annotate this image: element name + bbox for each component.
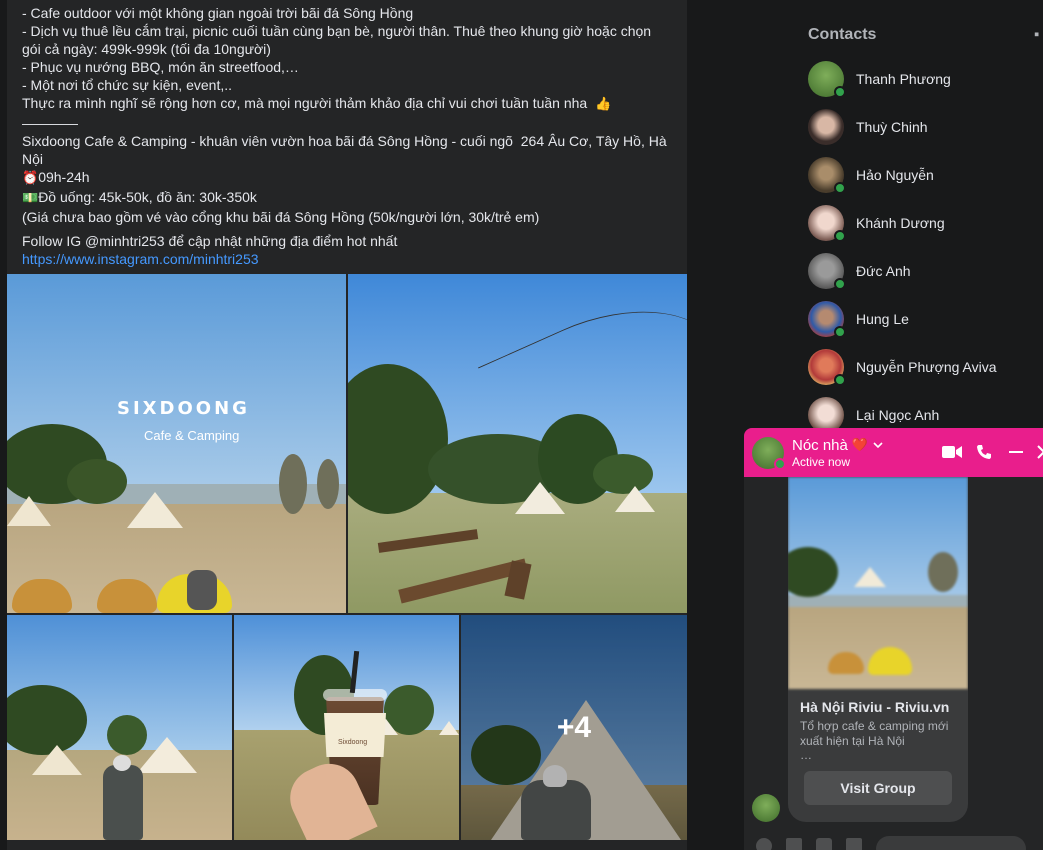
shared-link-card[interactable]: Hà Nội Riviu - Riviu.vn Tổ hợp cafe & ca… xyxy=(788,477,968,822)
online-status-dot xyxy=(834,278,846,290)
post-price-text: Đồ uống: 45k-50k, đồ ăn: 30k-350k xyxy=(38,189,257,205)
post-venue: Sixdoong Cafe & Camping - khuân viên vườ… xyxy=(22,133,671,167)
contact-name: Khánh Dương xyxy=(856,215,945,231)
more-photos-count[interactable]: +4 xyxy=(461,615,687,840)
cup-label: Sixdoong xyxy=(338,739,368,746)
post-photo-3[interactable] xyxy=(7,615,232,840)
avatar xyxy=(808,61,846,98)
post-price: 💵Đồ uống: 45k-50k, đồ ăn: 30k-350k xyxy=(22,188,672,208)
minimize-icon[interactable] xyxy=(1004,440,1028,464)
chat-title-text: Nóc nhà xyxy=(792,436,848,454)
post-photo-5[interactable]: +4 xyxy=(461,615,687,840)
post-hours-text: 09h-24h xyxy=(38,169,90,185)
post-line: Thực ra mình nghĩ sẽ rộng hơn cơ, mà mọi… xyxy=(22,94,672,114)
online-status-dot xyxy=(834,374,846,386)
contact-name: Đức Anh xyxy=(856,263,911,279)
contacts-heading: Contacts xyxy=(808,26,877,43)
contact-name: Thanh Phương xyxy=(856,71,951,87)
post-photo-2[interactable] xyxy=(348,274,687,613)
avatar xyxy=(808,301,846,338)
contact-item[interactable]: Nguyễn Phượng Aviva xyxy=(800,345,1040,389)
contact-name: Lại Ngọc Anh xyxy=(856,407,940,423)
post-line-text: Thực ra mình nghĩ sẽ rộng hơn cơ, mà mọi… xyxy=(22,95,588,111)
money-icon: 💵 xyxy=(22,191,39,206)
chat-header[interactable]: Nóc nhà ❤️ Active now xyxy=(744,428,1043,477)
photo-brand-logo: SIXDOONG xyxy=(117,398,250,419)
more-actions-icon[interactable] xyxy=(756,838,772,850)
chat-title[interactable]: Nóc nhà ❤️ xyxy=(792,437,884,454)
chat-composer xyxy=(744,836,1043,850)
card-description: Tổ hợp cafe & camping mới xuất hiện tại … xyxy=(800,719,949,748)
post-photo-4[interactable]: Sixdoong xyxy=(234,615,459,840)
post-text: - Cafe outdoor với một không gian ngoài … xyxy=(7,0,687,268)
message-input[interactable] xyxy=(876,836,1026,850)
instagram-link[interactable]: https://www.instagram.com/minhtri253 xyxy=(22,251,259,267)
post-line: - Cafe outdoor với một không gian ngoài … xyxy=(22,5,414,21)
contact-item[interactable]: Hung Le xyxy=(800,297,1040,341)
contact-item[interactable]: Đức Anh xyxy=(800,249,1040,293)
feed-post: - Cafe outdoor với một không gian ngoài … xyxy=(7,0,687,850)
avatar xyxy=(808,349,846,386)
post-line: - Phục vụ nướng BBQ, món ăn streetfood,… xyxy=(22,59,299,75)
online-status-dot xyxy=(834,326,846,338)
card-title[interactable]: Hà Nội Riviu - Riviu.vn xyxy=(788,689,968,715)
image-icon[interactable] xyxy=(786,838,802,850)
card-preview-image[interactable] xyxy=(788,477,968,689)
post-divider: ———— xyxy=(22,115,78,131)
post-line: - Một nơi tổ chức sự kiện, event,.. xyxy=(22,77,232,93)
close-icon[interactable] xyxy=(1032,440,1043,464)
sender-avatar[interactable] xyxy=(752,794,780,822)
contact-item[interactable]: Khánh Dương xyxy=(800,201,1040,245)
card-description-ellipsis: … xyxy=(800,748,812,762)
online-status-dot xyxy=(774,457,786,470)
avatar xyxy=(808,109,844,145)
post-follow: Follow IG @minhtri253 để cập nhật những … xyxy=(22,233,398,249)
contact-name: Thuỳ Chinh xyxy=(856,119,928,135)
video-call-icon[interactable] xyxy=(940,440,964,464)
contact-item[interactable]: Thanh Phương xyxy=(800,57,1040,101)
contact-item[interactable]: Hảo Nguyễn xyxy=(800,153,1040,197)
online-status-dot xyxy=(834,86,846,98)
avatar xyxy=(808,253,846,290)
new-room-icon[interactable]: ▪ xyxy=(1034,26,1043,43)
chat-avatar[interactable] xyxy=(752,436,786,470)
contact-name: Hung Le xyxy=(856,311,909,327)
chat-status: Active now xyxy=(792,454,851,469)
avatar xyxy=(808,205,846,242)
online-status-dot xyxy=(834,182,846,194)
alarm-clock-icon: ⏰ xyxy=(22,171,39,186)
heart-icon: ❤️ xyxy=(851,437,869,453)
contact-item[interactable]: Thuỳ Chinh xyxy=(800,105,1040,149)
contact-name: Hảo Nguyễn xyxy=(856,167,934,183)
phone-call-icon[interactable] xyxy=(972,440,996,464)
post-note: (Giá chưa bao gồm vé vào cổng khu bãi đá… xyxy=(22,209,540,225)
contact-name: Nguyễn Phượng Aviva xyxy=(856,359,997,375)
thumbs-up-icon: 👍 xyxy=(594,97,612,112)
post-photo-1[interactable]: SIXDOONG Cafe & Camping xyxy=(7,274,346,613)
photo-brand-subtitle: Cafe & Camping xyxy=(144,428,240,443)
online-status-dot xyxy=(834,230,846,242)
chat-window: Nóc nhà ❤️ Active now Hà Nội Riviu - Riv… xyxy=(744,428,1043,850)
visit-group-button[interactable]: Visit Group xyxy=(804,771,952,805)
post-line: - Dịch vụ thuê lều cắm trại, picnic cuối… xyxy=(22,23,655,57)
gif-icon[interactable] xyxy=(846,838,862,850)
chevron-down-icon[interactable] xyxy=(872,439,884,451)
sticker-icon[interactable] xyxy=(816,838,832,850)
avatar xyxy=(808,157,846,194)
post-hours: ⏰09h-24h xyxy=(22,168,672,188)
